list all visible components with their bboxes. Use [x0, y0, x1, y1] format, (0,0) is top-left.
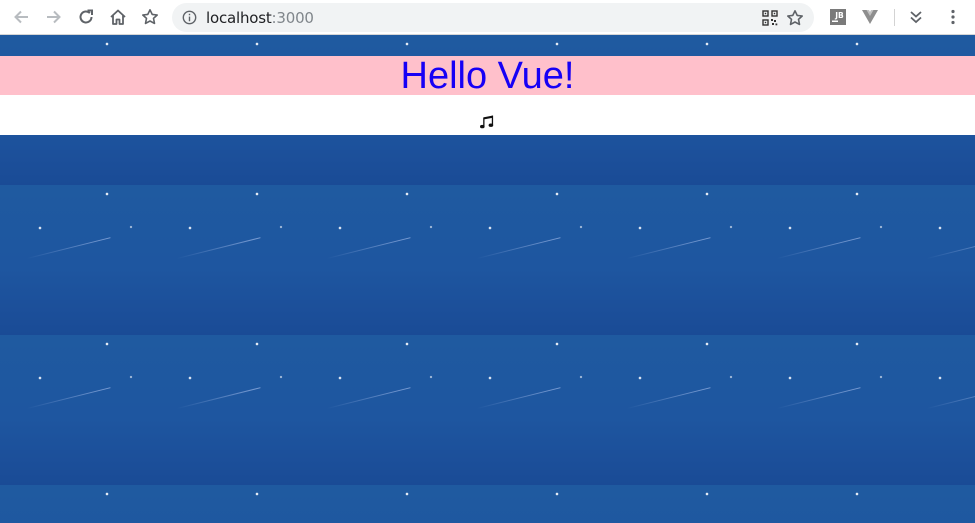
music-bar	[0, 95, 975, 135]
shooting-star-streak	[776, 237, 861, 259]
shooting-star-streak	[476, 387, 561, 409]
reload-icon[interactable]	[73, 5, 99, 29]
browser-toolbar: localhost:3000 JB	[0, 0, 975, 35]
header-band: Hello Vue!	[0, 56, 975, 95]
shooting-star-streak	[626, 387, 711, 409]
page-background: Hello Vue!	[0, 35, 975, 523]
shooting-star-streak	[176, 387, 261, 409]
toolbar-divider	[894, 9, 895, 26]
shooting-star-streak	[326, 237, 411, 259]
shooting-star-streak	[926, 237, 975, 259]
svg-text:JB: JB	[834, 11, 844, 20]
qr-code-icon[interactable]	[761, 9, 779, 27]
vue-devtools-icon[interactable]	[861, 8, 879, 26]
shooting-star-streak	[26, 387, 111, 409]
music-note-icon[interactable]	[479, 114, 495, 130]
home-icon[interactable]	[105, 5, 131, 29]
kebab-menu-icon[interactable]	[944, 8, 962, 26]
shooting-star-streak	[476, 237, 561, 259]
shooting-star-streak	[926, 387, 975, 409]
star-icon[interactable]	[786, 9, 804, 27]
page-title: Hello Vue!	[400, 54, 575, 97]
back-arrow-icon[interactable]	[8, 5, 34, 29]
shooting-star-streak	[26, 237, 111, 259]
address-bar[interactable]: localhost:3000	[172, 3, 814, 32]
forward-arrow-icon[interactable]	[41, 5, 67, 29]
shooting-star-streak	[776, 387, 861, 409]
jb-extension-icon[interactable]: JB	[829, 8, 847, 26]
star-icon[interactable]	[137, 5, 163, 29]
url-text[interactable]: localhost:3000	[206, 9, 314, 27]
chevron-double-icon[interactable]	[907, 8, 925, 26]
info-icon[interactable]	[182, 10, 197, 25]
shooting-star-streak	[176, 237, 261, 259]
shooting-star-streak	[626, 237, 711, 259]
shooting-star-streak	[326, 387, 411, 409]
